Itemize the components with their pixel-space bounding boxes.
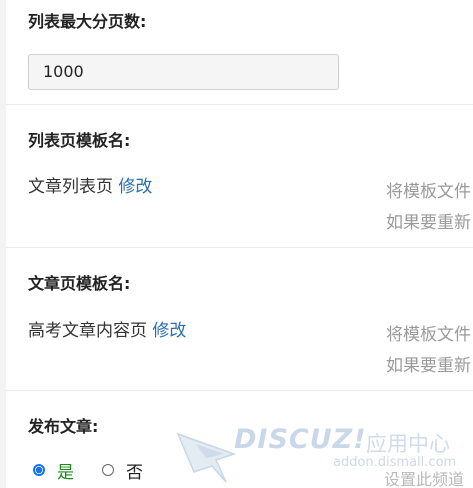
divider xyxy=(6,104,473,105)
publish-yes-radio[interactable] xyxy=(33,464,45,476)
divider xyxy=(6,390,473,391)
divider xyxy=(6,247,473,248)
article-template-name: 高考文章内容页 xyxy=(28,321,147,341)
article-template-value: 高考文章内容页 修改 xyxy=(28,316,186,341)
publish-yes-label[interactable]: 是 xyxy=(57,458,74,483)
publish-label: 发布文章: xyxy=(28,417,99,436)
watermark-brand: DISCUZ! xyxy=(234,424,367,455)
list-template-edit-link[interactable]: 修改 xyxy=(118,177,152,197)
article-template-hint-2: 如果要重新 xyxy=(386,356,471,376)
publish-no-label[interactable]: 否 xyxy=(126,458,143,483)
list-template-value: 文章列表页 修改 xyxy=(28,172,152,197)
list-template-hint-2: 如果要重新 xyxy=(386,213,471,233)
list-template-label: 列表页模板名: xyxy=(28,131,131,150)
publish-hint: 设置此频道 xyxy=(384,470,465,488)
watermark-brand-cn: 应用中心 xyxy=(366,432,450,456)
list-template-name: 文章列表页 xyxy=(28,177,113,197)
max-pages-input[interactable]: 1000 xyxy=(28,54,339,90)
article-template-label: 文章页模板名: xyxy=(28,274,131,293)
article-template-edit-link[interactable]: 修改 xyxy=(152,321,186,341)
left-border xyxy=(0,0,6,488)
settings-panel: 列表最大分页数: 1000 列表页模板名: 文章列表页 修改 将模板文件 如果要… xyxy=(0,0,473,488)
publish-radio-group: 是 否 xyxy=(33,458,143,483)
publish-no-radio[interactable] xyxy=(102,464,114,476)
list-template-hint-1: 将模板文件 xyxy=(386,182,471,202)
article-template-hint-1: 将模板文件 xyxy=(386,325,471,345)
max-pages-label: 列表最大分页数: xyxy=(28,12,147,31)
